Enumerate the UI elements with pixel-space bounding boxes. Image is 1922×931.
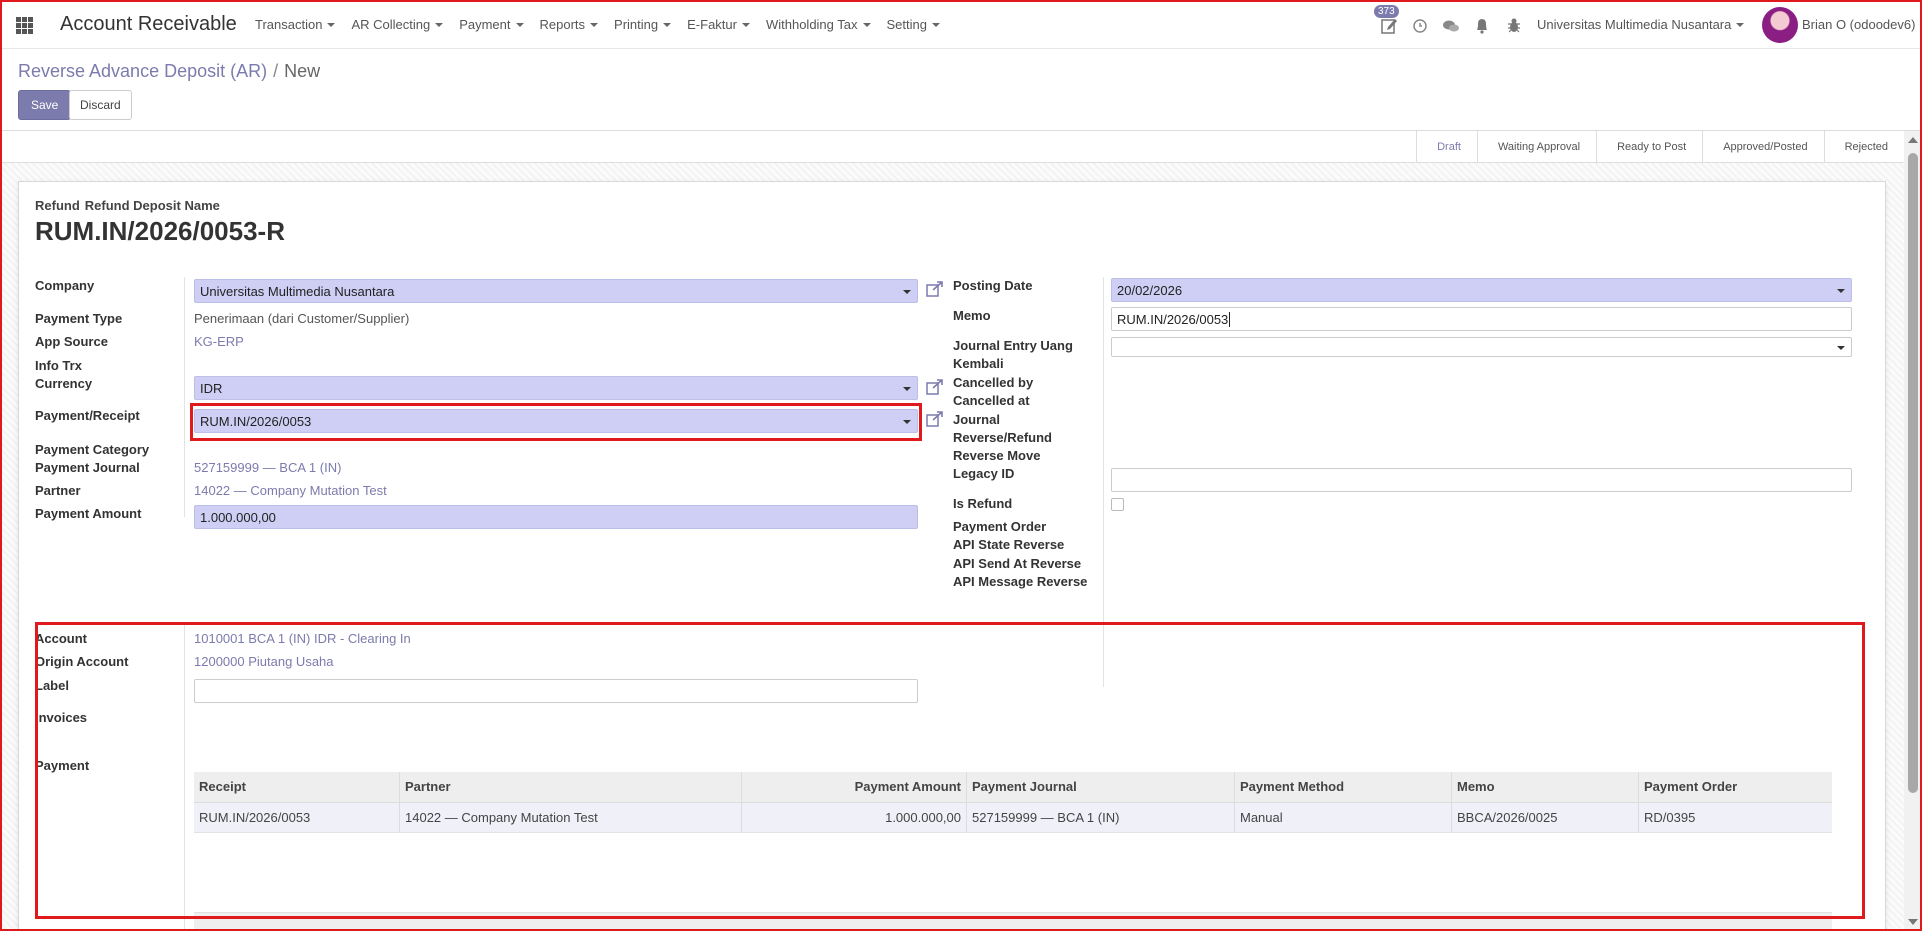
currency-external-link-icon[interactable] [926, 379, 944, 395]
stage-rejected[interactable]: Rejected [1823, 131, 1904, 163]
breadcrumb-parent[interactable]: Reverse Advance Deposit (AR) [18, 61, 267, 81]
menu-e-faktur[interactable]: E-Faktur [687, 17, 750, 32]
app-source-label: App Source [35, 334, 108, 349]
journal-entry-label-line2: Kembali [953, 356, 1004, 371]
company-switcher[interactable]: Universitas Multimedia Nusantara [1537, 17, 1744, 32]
refund-deposit-name: RUM.IN/2026/0053-R [35, 216, 285, 246]
text-cursor [1229, 312, 1231, 327]
user-avatar[interactable] [1762, 7, 1798, 43]
breadcrumb: Reverse Advance Deposit (AR) / New [18, 61, 320, 82]
journal-reverse-label-line2: Reverse/Refund [953, 430, 1052, 445]
menu-printing[interactable]: Printing [614, 17, 671, 32]
posting-date-label: Posting Date [953, 278, 1033, 293]
activity-count-badge: 373 [1374, 5, 1399, 18]
clock-icon[interactable] [1411, 14, 1429, 36]
memo-input[interactable]: RUM.IN/2026/0053 [1111, 307, 1852, 331]
cancelled-by-label: Cancelled by [953, 375, 1034, 390]
form-content: Draft Waiting Approval Ready to Post App… [0, 131, 1904, 931]
reverse-move-label: Reverse Move [953, 448, 1041, 463]
info-trx-label: Info Trx [35, 358, 82, 373]
bell-icon[interactable] [1473, 14, 1491, 36]
form-sheet: Refund Refund Deposit Name RUM.IN/2026/00… [18, 181, 1886, 931]
posting-date-caret-icon [1837, 289, 1845, 293]
discard-button[interactable]: Discard [69, 90, 132, 120]
currency-value: IDR [200, 381, 223, 396]
status-bar: Draft Waiting Approval Ready to Post App… [0, 131, 1904, 163]
menu-setting[interactable]: Setting [887, 17, 940, 32]
company-label: Company [35, 278, 95, 293]
payment-order-label: Payment Order [953, 519, 1047, 534]
app-source-value[interactable]: KG-ERP [194, 334, 244, 349]
legacy-id-label: Legacy ID [953, 466, 1015, 481]
stage-draft[interactable]: Draft [1416, 131, 1477, 163]
title-labels: Refund Refund Deposit Name [35, 198, 225, 213]
payment-journal-value[interactable]: 527159999 — BCA 1 (IN) [194, 460, 341, 475]
stage-waiting-approval[interactable]: Waiting Approval [1476, 131, 1596, 163]
payment-receipt-highlight [190, 403, 922, 441]
payment-category-label: Payment Category [35, 442, 150, 457]
top-navbar: Account Receivable Transaction AR Collec… [0, 0, 1922, 49]
memo-value: RUM.IN/2026/0053 [1117, 312, 1229, 327]
is-refund-checkbox[interactable] [1111, 498, 1124, 511]
scroll-down-arrow-icon[interactable] [1908, 919, 1918, 925]
cancelled-at-label: Cancelled at [953, 393, 1030, 408]
payment-receipt-external-link-icon[interactable] [926, 411, 944, 427]
app-title: Account Receivable [60, 13, 237, 35]
vertical-scrollbar[interactable] [1904, 131, 1922, 931]
menu-ar-collecting[interactable]: AR Collecting [351, 17, 443, 32]
lower-section-highlight [35, 622, 1865, 919]
payment-amount-label: Payment Amount [35, 506, 142, 521]
journal-entry-field[interactable] [1111, 337, 1852, 357]
is-refund-label: Is Refund [953, 496, 1013, 511]
payment-type-value: Penerimaan (dari Customer/Supplier) [194, 311, 410, 326]
payment-amount-value: 1.000.000,00 [200, 510, 276, 525]
menu-transaction[interactable]: Transaction [255, 17, 335, 32]
company-value: Universitas Multimedia Nusantara [200, 284, 395, 299]
currency-field[interactable]: IDR [194, 376, 918, 400]
breadcrumb-separator: / [273, 61, 279, 81]
menu-payment[interactable]: Payment [459, 17, 523, 32]
breadcrumb-current: New [284, 61, 321, 81]
debug-bug-icon[interactable] [1505, 14, 1523, 36]
apps-menu-icon[interactable] [16, 17, 33, 34]
journal-entry-caret-icon [1837, 346, 1845, 350]
main-menu: Transaction AR Collecting Payment Report… [255, 17, 940, 32]
currency-dropdown-caret-icon [903, 387, 911, 391]
scroll-up-arrow-icon[interactable] [1908, 137, 1918, 143]
stage-ready-to-post[interactable]: Ready to Post [1596, 131, 1702, 163]
api-state-reverse-label: API State Reverse [953, 537, 1065, 552]
company-field[interactable]: Universitas Multimedia Nusantara [194, 279, 918, 303]
posting-date-field[interactable]: 20/02/2026 [1111, 278, 1852, 302]
control-panel: Reverse Advance Deposit (AR) / New Save Di… [0, 49, 1922, 131]
partner-label: Partner [35, 483, 81, 498]
api-send-at-reverse-label: API Send At Reverse [953, 556, 1082, 571]
refund-label: Refund [35, 198, 80, 213]
left-group-divider [184, 277, 185, 517]
payment-journal-label: Payment Journal [35, 460, 140, 475]
stage-pipeline: Draft Waiting Approval Ready to Post App… [1416, 131, 1904, 163]
menu-reports[interactable]: Reports [540, 17, 599, 32]
currency-label: Currency [35, 376, 93, 391]
payment-type-label: Payment Type [35, 311, 123, 326]
posting-date-value: 20/02/2026 [1117, 283, 1183, 298]
company-external-link-icon[interactable] [926, 281, 944, 297]
save-button[interactable]: Save [18, 90, 72, 120]
partner-value[interactable]: 14022 — Company Mutation Test [194, 483, 387, 498]
payment-amount-field[interactable]: 1.000.000,00 [194, 505, 918, 529]
api-message-reverse-label: API Message Reverse [953, 574, 1088, 589]
journal-reverse-label-line1: Journal [953, 412, 1000, 427]
memo-label: Memo [953, 308, 991, 323]
legacy-id-input[interactable] [1111, 468, 1852, 492]
payment-receipt-label: Payment/Receipt [35, 408, 140, 423]
scroll-thumb[interactable] [1908, 153, 1918, 793]
chat-icon[interactable] [1441, 14, 1461, 36]
company-dropdown-caret-icon [903, 290, 911, 294]
refund-deposit-name-label: Refund Deposit Name [84, 198, 220, 213]
user-menu[interactable]: Brian O (odoodev6) [1802, 17, 1915, 32]
journal-entry-label-line1: Journal Entry Uang [953, 338, 1073, 353]
menu-withholding-tax[interactable]: Withholding Tax [766, 17, 871, 32]
stage-approved-posted[interactable]: Approved/Posted [1702, 131, 1823, 163]
